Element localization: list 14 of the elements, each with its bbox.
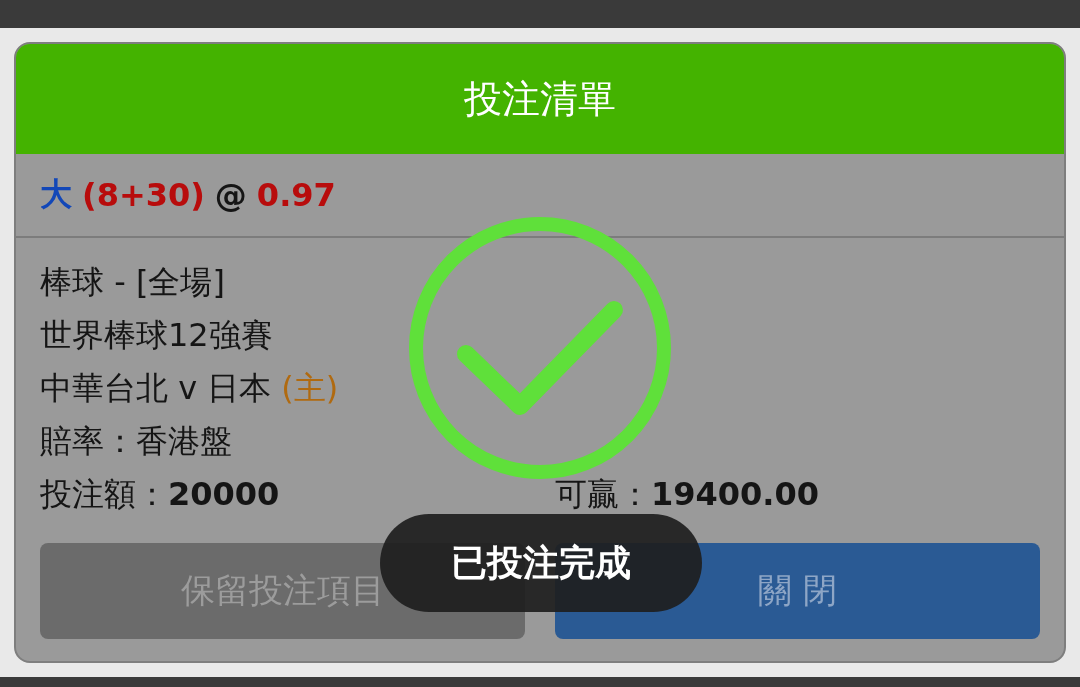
- toast-message: 已投注完成: [380, 514, 702, 612]
- detail-text: 世界棒球12強賽: [40, 314, 273, 356]
- detail-text: 棒球 - [全場]: [40, 261, 225, 303]
- home-tag: (主): [281, 366, 339, 411]
- bet-pick: 大: [40, 174, 72, 215]
- detail-text: 賠率：香港盤: [40, 420, 232, 462]
- amount-text: 投注額：20000: [40, 473, 280, 515]
- dialog-title: 投注清單: [464, 75, 616, 123]
- detail-text: 中華台北 v 日本: [40, 367, 272, 409]
- bet-line: (8+30): [82, 176, 205, 214]
- bet-odds: 0.97: [256, 176, 336, 214]
- amount-text: 可贏：19400.00: [555, 473, 819, 515]
- success-check-icon: [408, 216, 672, 480]
- at-sign: @: [214, 176, 247, 214]
